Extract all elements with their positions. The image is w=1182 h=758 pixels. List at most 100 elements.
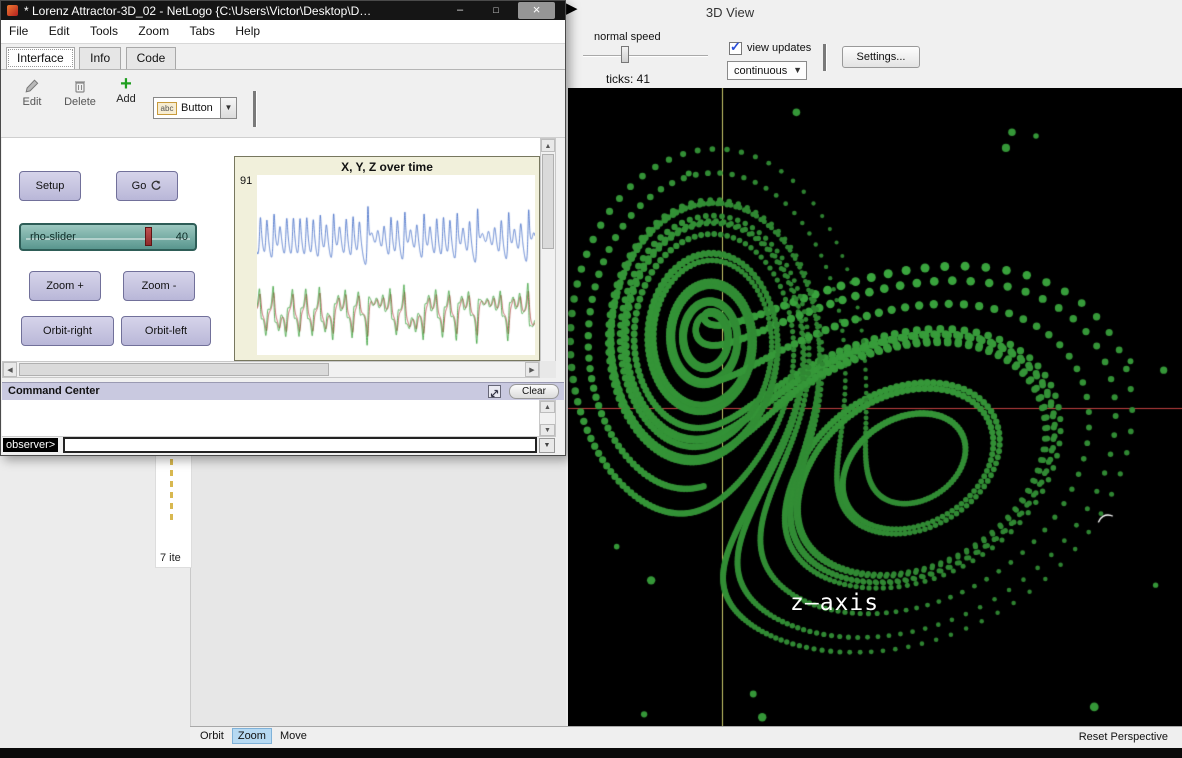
tab-orbit[interactable]: Orbit: [195, 729, 229, 743]
rho-slider[interactable]: rho-slider 40: [19, 223, 197, 251]
slider-label: rho-slider: [30, 231, 76, 243]
menu-help[interactable]: Help: [227, 20, 268, 42]
ticks-counter: ticks: 41: [606, 72, 650, 86]
clear-button[interactable]: Clear: [509, 384, 559, 399]
view-updates-label: view updates: [747, 42, 811, 54]
speed-slider-track[interactable]: [583, 55, 708, 57]
toolbar-separator: [823, 44, 827, 71]
checkmark-icon: ✓: [730, 39, 741, 55]
slider-handle[interactable]: [145, 227, 152, 246]
menu-edit[interactable]: Edit: [41, 20, 78, 42]
orbit-left-label: Orbit-left: [145, 325, 187, 337]
orbit-left-button[interactable]: Orbit-left: [121, 316, 211, 346]
delete-label: Delete: [64, 96, 96, 108]
plus-icon: +: [109, 75, 143, 93]
command-input[interactable]: [63, 437, 537, 453]
scrollbar-thumb[interactable]: [542, 154, 554, 249]
pencil-icon: [24, 78, 40, 94]
delete-widget-button[interactable]: Delete: [59, 78, 101, 108]
output-scrollbar[interactable]: ▲ ▼: [539, 400, 556, 437]
view3d-window-title: 3D View: [655, 5, 805, 20]
view-updates-checkbox[interactable]: ✓: [729, 42, 742, 55]
tab-interface[interactable]: Interface: [6, 47, 75, 69]
lorenz-attractor-canvas[interactable]: [568, 88, 1182, 726]
chevron-down-icon: ▼: [793, 65, 802, 75]
plot-ymax-label: 91: [240, 175, 252, 187]
tab-row: Interface Info Code: [1, 44, 565, 70]
interface-workspace: Setup Go rho-slider 40 Zoom + Zoom -: [2, 138, 540, 361]
go-label: Go: [132, 180, 147, 192]
scroll-up-button[interactable]: ▲: [541, 139, 555, 152]
history-dropdown-button[interactable]: ▼: [539, 438, 555, 453]
command-center-title: Command Center: [8, 385, 100, 397]
zoom-in-button[interactable]: Zoom +: [29, 271, 101, 301]
setup-label: Setup: [36, 180, 65, 192]
add-label: Add: [116, 93, 136, 105]
trash-icon: [72, 78, 88, 94]
button-widget-icon: abc: [157, 102, 177, 115]
update-mode-value: continuous: [734, 65, 787, 77]
view3d-bottom-bar: Orbit Zoom Move Reset Perspective: [190, 726, 1182, 748]
scrollbar-thumb[interactable]: [19, 363, 329, 376]
screen: 7 ite ▶ 3D View normal speed ✓ view upda…: [0, 0, 1182, 758]
horizontal-scrollbar[interactable]: ◀ ▶: [2, 361, 540, 378]
widget-type-dropdown[interactable]: abc Button ▼: [153, 97, 237, 119]
minimize-button[interactable]: –: [445, 2, 475, 19]
command-center-header: Command Center Clear: [2, 382, 564, 400]
add-widget-button[interactable]: + Add: [109, 75, 143, 105]
xyz-plot-widget: X, Y, Z over time 91: [234, 156, 540, 361]
settings-button[interactable]: Settings...: [842, 46, 920, 68]
menu-file[interactable]: File: [1, 20, 36, 42]
scroll-left-button[interactable]: ◀: [3, 362, 17, 377]
tab-info[interactable]: Info: [79, 47, 121, 69]
update-mode-dropdown[interactable]: continuous ▼: [727, 61, 807, 80]
plot-canvas: [257, 175, 535, 355]
tab-code[interactable]: Code: [126, 47, 177, 69]
zoom-in-label: Zoom +: [46, 280, 84, 292]
speed-label: normal speed: [594, 31, 661, 43]
toolbar-separator: [253, 91, 257, 127]
menu-bar: File Edit Tools Zoom Tabs Help: [1, 20, 565, 44]
interface-toolbar: Edit Delete + Add abc Button ▼: [1, 70, 565, 138]
menu-zoom[interactable]: Zoom: [130, 20, 177, 42]
scrollbar-corner: [540, 361, 556, 378]
scroll-right-button[interactable]: ▶: [525, 362, 539, 377]
command-center-output[interactable]: [2, 400, 539, 437]
z-axis-label: z—axis: [790, 590, 879, 616]
observer-prompt-label: observer>: [3, 438, 58, 452]
speed-slider-thumb[interactable]: [621, 46, 629, 63]
scroll-up-button[interactable]: ▲: [540, 401, 555, 413]
widget-type-value: Button: [181, 102, 213, 114]
scroll-down-button[interactable]: ▼: [540, 424, 555, 436]
edit-widget-button[interactable]: Edit: [13, 78, 51, 108]
netlogo-app-icon: [7, 5, 18, 16]
chevron-down-icon[interactable]: ▼: [220, 98, 236, 118]
orbit-right-label: Orbit-right: [43, 325, 92, 337]
go-button[interactable]: Go: [116, 171, 178, 201]
view3d-viewport[interactable]: [568, 88, 1182, 726]
setup-button[interactable]: Setup: [19, 171, 81, 201]
file-list-panel: 7 ite: [155, 448, 192, 568]
orbit-right-button[interactable]: Orbit-right: [21, 316, 114, 346]
tab-move[interactable]: Move: [275, 729, 312, 743]
slider-value: 40: [176, 231, 188, 243]
menu-tabs[interactable]: Tabs: [182, 20, 223, 42]
netlogo-window: * Lorenz Attractor-3D_02 - NetLogo {C:\U…: [0, 0, 566, 456]
plot-title: X, Y, Z over time: [235, 160, 539, 174]
title-bar[interactable]: * Lorenz Attractor-3D_02 - NetLogo {C:\U…: [1, 1, 565, 20]
expand-icon[interactable]: [488, 385, 501, 398]
edit-label: Edit: [23, 96, 42, 108]
zoom-out-button[interactable]: Zoom -: [123, 271, 195, 301]
zoom-out-label: Zoom -: [142, 280, 177, 292]
maximize-button[interactable]: □: [481, 2, 511, 19]
window-title: * Lorenz Attractor-3D_02 - NetLogo {C:\U…: [24, 4, 434, 18]
taskbar[interactable]: [0, 748, 1182, 758]
vertical-scrollbar[interactable]: ▲ ▼: [540, 138, 556, 378]
menu-tools[interactable]: Tools: [82, 20, 126, 42]
background-window-area: [190, 455, 566, 748]
tab-zoom[interactable]: Zoom: [233, 729, 271, 743]
close-button[interactable]: ×: [518, 2, 555, 19]
forever-loop-icon: [150, 180, 162, 192]
file-icon: [170, 459, 173, 521]
reset-perspective-button[interactable]: Reset Perspective: [1079, 731, 1168, 743]
